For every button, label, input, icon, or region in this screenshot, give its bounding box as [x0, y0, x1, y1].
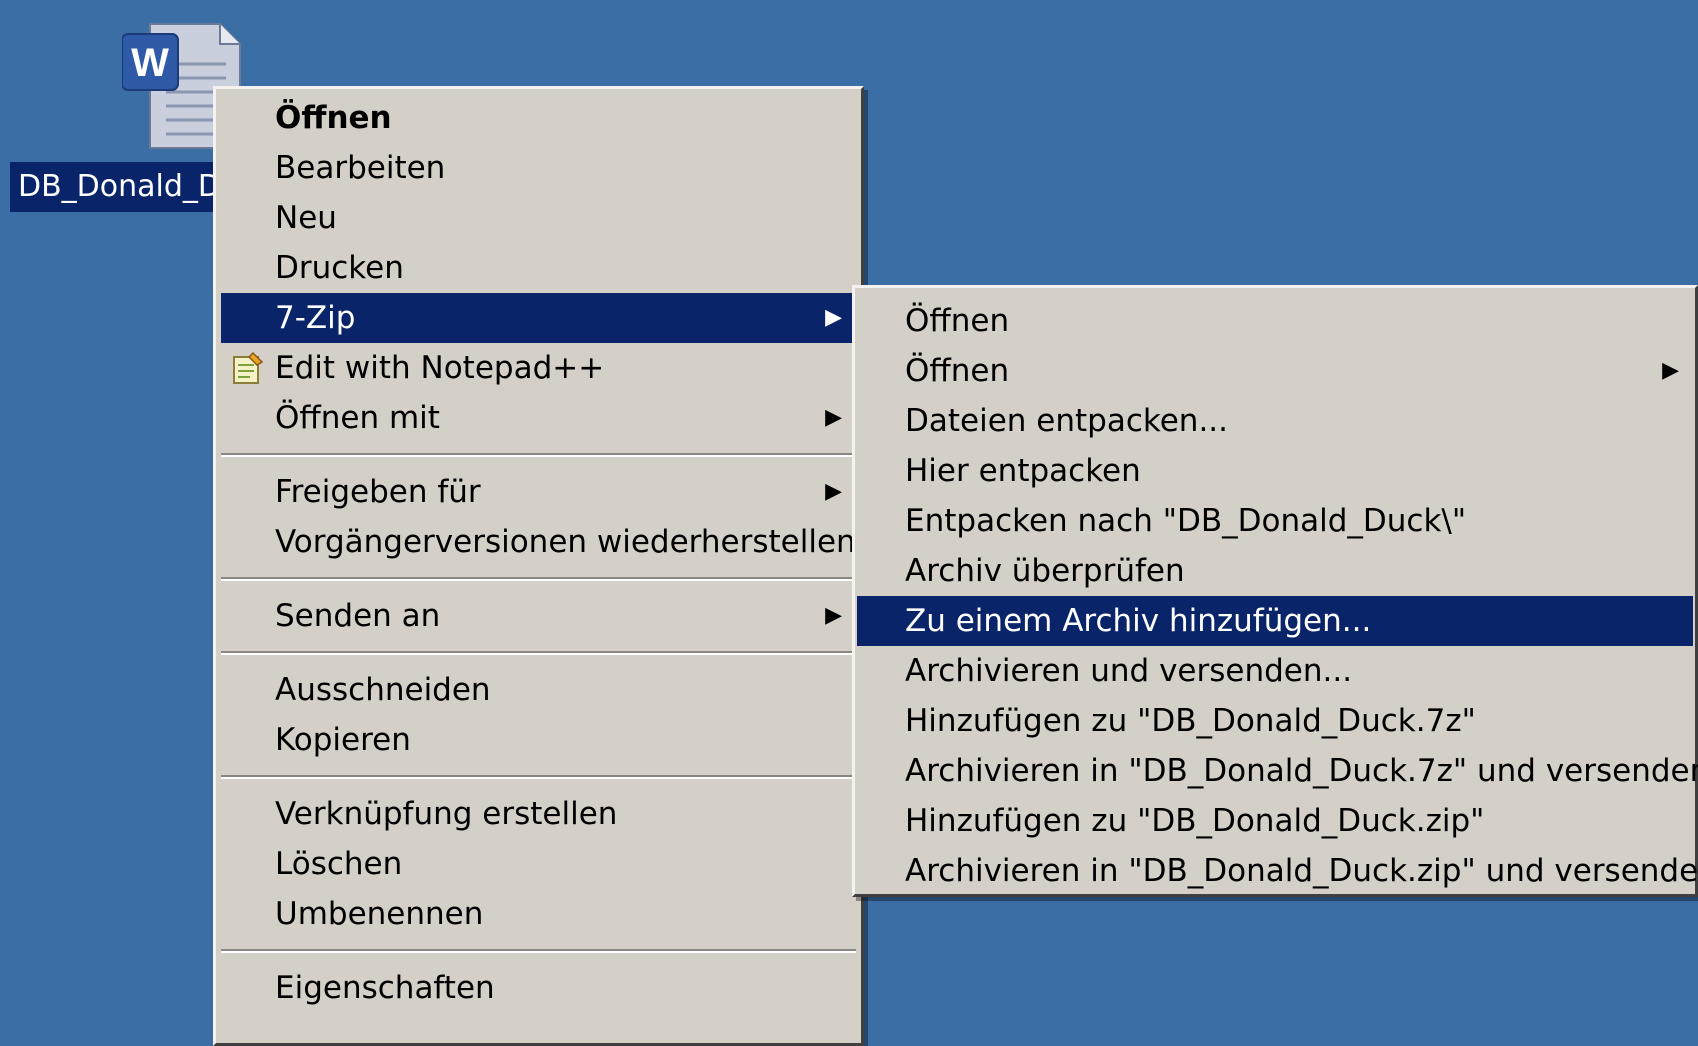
menu-item-label: Zu einem Archiv hinzufügen... [905, 603, 1372, 639]
menu-item-label: Kopieren [275, 722, 411, 758]
menu-item-label: Senden an [275, 598, 441, 634]
zip-item-extract-to-folder[interactable]: Entpacken nach "DB_Donald_Duck\" [857, 496, 1693, 546]
7zip-submenu: Öffnen Öffnen ▶ Dateien entpacken... Hie… [852, 285, 1698, 897]
desktop: W DB_Donald_Duck Öffnen Bearbeiten Neu D… [0, 0, 1698, 1046]
menu-separator [221, 949, 856, 953]
menu-item-label: Entpacken nach "DB_Donald_Duck\" [905, 503, 1467, 539]
submenu-arrow-icon: ▶ [825, 479, 842, 504]
menu-item-create-shortcut[interactable]: Verknüpfung erstellen [221, 789, 856, 839]
menu-item-label: Bearbeiten [275, 150, 446, 186]
menu-item-label: Öffnen [905, 353, 1010, 389]
menu-item-label: Freigeben für [275, 474, 481, 510]
menu-item-send-to[interactable]: Senden an ▶ [221, 591, 856, 641]
menu-item-label: Archivieren in "DB_Donald_Duck.7z" und v… [905, 753, 1698, 789]
menu-item-new[interactable]: Neu [221, 193, 856, 243]
zip-item-open[interactable]: Öffnen [857, 296, 1693, 346]
menu-item-label: Öffnen mit [275, 400, 440, 436]
menu-item-7zip[interactable]: 7-Zip ▶ [221, 293, 856, 343]
menu-separator [221, 453, 856, 457]
menu-item-open[interactable]: Öffnen [221, 93, 856, 143]
zip-item-test-archive[interactable]: Archiv überprüfen [857, 546, 1693, 596]
menu-item-label: Vorgängerversionen wiederherstellen [275, 524, 856, 560]
menu-item-label: Eigenschaften [275, 970, 495, 1006]
menu-item-label: Öffnen [275, 100, 392, 136]
submenu-arrow-icon: ▶ [825, 305, 842, 330]
menu-item-restore-previous-versions[interactable]: Vorgängerversionen wiederherstellen [221, 517, 856, 567]
menu-item-label: Verknüpfung erstellen [275, 796, 618, 832]
zip-item-open-submenu[interactable]: Öffnen ▶ [857, 346, 1693, 396]
menu-item-label: Hinzufügen zu "DB_Donald_Duck.7z" [905, 703, 1476, 739]
menu-item-label: 7-Zip [275, 300, 356, 336]
menu-item-label: Öffnen [905, 303, 1010, 339]
menu-item-label: Hier entpacken [905, 453, 1141, 489]
zip-item-compress-and-email[interactable]: Archivieren und versenden... [857, 646, 1693, 696]
zip-item-extract-here[interactable]: Hier entpacken [857, 446, 1693, 496]
menu-item-copy[interactable]: Kopieren [221, 715, 856, 765]
menu-item-properties[interactable]: Eigenschaften [221, 963, 856, 1013]
submenu-arrow-icon: ▶ [825, 405, 842, 430]
submenu-arrow-icon: ▶ [825, 603, 842, 628]
menu-item-label: Hinzufügen zu "DB_Donald_Duck.zip" [905, 803, 1485, 839]
menu-item-rename[interactable]: Umbenennen [221, 889, 856, 939]
zip-item-compress-7z-and-email[interactable]: Archivieren in "DB_Donald_Duck.7z" und v… [857, 746, 1698, 796]
menu-item-label: Löschen [275, 846, 403, 882]
menu-item-label: Umbenennen [275, 896, 484, 932]
submenu-arrow-icon: ▶ [1662, 358, 1679, 383]
menu-item-label: Archivieren und versenden... [905, 653, 1353, 689]
menu-item-label: Ausschneiden [275, 672, 491, 708]
menu-item-edit-with-notepad[interactable]: Edit with Notepad++ [221, 343, 856, 393]
zip-item-compress-zip-and-email[interactable]: Archivieren in "DB_Donald_Duck.zip" und … [857, 846, 1698, 896]
menu-item-label: Dateien entpacken... [905, 403, 1229, 439]
context-menu: Öffnen Bearbeiten Neu Drucken 7-Zip ▶ Ed… [213, 86, 864, 1046]
menu-item-delete[interactable]: Löschen [221, 839, 856, 889]
menu-item-label: Drucken [275, 250, 404, 286]
menu-item-share-with[interactable]: Freigeben für ▶ [221, 467, 856, 517]
menu-item-label: Neu [275, 200, 337, 236]
menu-item-label: Archivieren in "DB_Donald_Duck.zip" und … [905, 853, 1698, 889]
menu-item-print[interactable]: Drucken [221, 243, 856, 293]
zip-item-extract-files[interactable]: Dateien entpacken... [857, 396, 1693, 446]
menu-separator [221, 577, 856, 581]
menu-separator [221, 651, 856, 655]
svg-text:W: W [131, 41, 169, 85]
zip-item-add-to-archive[interactable]: Zu einem Archiv hinzufügen... [857, 596, 1693, 646]
menu-item-open-with[interactable]: Öffnen mit ▶ [221, 393, 856, 443]
menu-separator [221, 775, 856, 779]
menu-item-label: Edit with Notepad++ [275, 350, 605, 386]
zip-item-add-to-7z[interactable]: Hinzufügen zu "DB_Donald_Duck.7z" [857, 696, 1693, 746]
menu-item-cut[interactable]: Ausschneiden [221, 665, 856, 715]
menu-item-edit[interactable]: Bearbeiten [221, 143, 856, 193]
notepad-plus-plus-icon [233, 351, 264, 384]
menu-item-label: Archiv überprüfen [905, 553, 1185, 589]
desktop-file-label: DB_Donald_Duck [10, 162, 230, 212]
desktop-file-icon[interactable]: W DB_Donald_Duck [10, 12, 241, 212]
zip-item-add-to-zip[interactable]: Hinzufügen zu "DB_Donald_Duck.zip" [857, 796, 1693, 846]
